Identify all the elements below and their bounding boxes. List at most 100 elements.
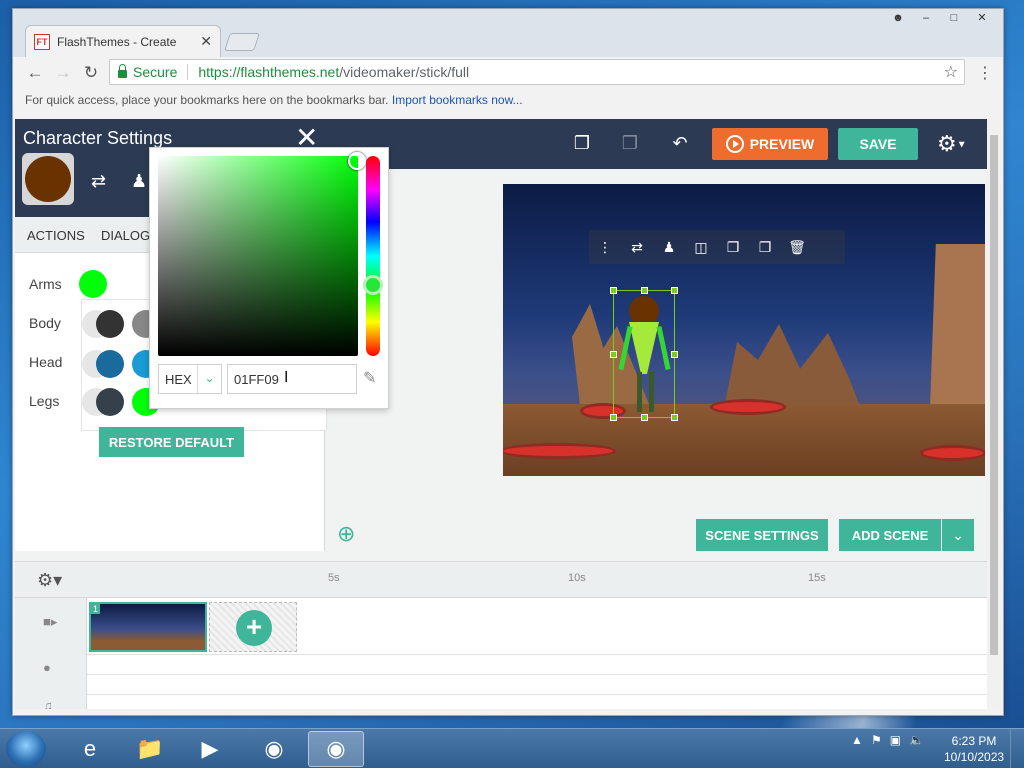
zoom-in-icon[interactable]: ⊕ — [337, 521, 355, 547]
swap-character-icon[interactable]: ⇄ — [621, 239, 653, 256]
close-window-icon[interactable]: ✕ — [969, 11, 995, 27]
url-host: https://flashthemes.net — [198, 64, 340, 80]
restore-default-button[interactable]: RESTORE DEFAULT — [99, 427, 244, 457]
bookmarks-bar: For quick access, place your bookmarks h… — [13, 93, 1003, 115]
chrome-icon[interactable]: ◉ — [246, 731, 302, 767]
start-button[interactable] — [6, 731, 46, 767]
undo-icon[interactable]: ↶ — [669, 133, 691, 155]
page-scrollbar[interactable] — [987, 119, 1001, 709]
settings-gear-icon[interactable]: ⚙▼ — [937, 131, 967, 157]
tray-arrow-icon[interactable]: ▲ — [851, 733, 863, 747]
address-bar[interactable]: Secure https://flashthemes.net /videomak… — [109, 59, 965, 85]
hue-handle[interactable] — [363, 275, 383, 295]
bookmark-star-icon[interactable]: ☆ — [944, 62, 958, 82]
saturation-value-area[interactable] — [158, 152, 366, 356]
paste-icon[interactable]: ❐ — [619, 133, 641, 155]
color-mode-select[interactable]: HEX ⌄ — [158, 364, 222, 394]
secure-label: Secure — [133, 64, 178, 80]
hue-slider[interactable] — [366, 156, 380, 356]
swatch-slate[interactable] — [96, 388, 124, 416]
title-bar: FT FlashThemes - Create ✕ ☻ – □ ✕ — [13, 9, 1003, 57]
preview-button[interactable]: PREVIEW — [712, 128, 828, 160]
chrome-active-window-icon[interactable]: ◉ — [308, 731, 364, 767]
character-avatar[interactable] — [22, 153, 74, 205]
add-scene-plus-icon[interactable]: + — [236, 610, 272, 646]
color-mode-label: HEX — [165, 371, 192, 387]
eyedropper-icon[interactable]: ✎ — [363, 368, 376, 388]
clock-date: 10/10/2023 — [944, 750, 1005, 764]
swap-character-icon[interactable]: ⇄ — [91, 171, 106, 192]
system-tray: ▲ ⚑ ▣ 🔈 — [851, 733, 924, 747]
taskbar: e 📁 ▶ ◉ ◉ ▲ ⚑ ▣ 🔈 6:23 PM 10/10/2023 — [0, 728, 1024, 768]
swatch-dark-gray[interactable] — [96, 310, 124, 338]
maximize-icon[interactable]: □ — [941, 11, 967, 27]
chevron-down-icon: ⌄ — [197, 365, 221, 393]
volume-icon[interactable]: 🔈 — [909, 733, 924, 747]
video-maker-app: ❐ ❐ ↶ PREVIEW SAVE ⚙▼ ⋮ ⇄ ♟ ◫ ❐ ❐ 🗑 ⊕ SC… — [15, 119, 987, 709]
scene-thumbnail[interactable]: 1 — [89, 602, 207, 652]
back-icon[interactable]: ← — [21, 63, 49, 83]
copy-icon[interactable]: ❐ — [571, 133, 593, 155]
paste-object-icon[interactable]: ❐ — [749, 239, 781, 256]
browser-tab[interactable]: FT FlashThemes - Create ✕ — [25, 25, 221, 57]
time-mark-15s: 15s — [808, 572, 826, 584]
user-icon[interactable]: ☻ — [885, 11, 911, 27]
part-label-legs: Legs — [29, 393, 60, 409]
timeline-gear-icon[interactable]: ⚙▾ — [37, 570, 62, 591]
flip-icon[interactable]: ◫ — [685, 239, 717, 256]
browser-window: FT FlashThemes - Create ✕ ☻ – □ ✕ ← → ↻ … — [12, 8, 1004, 716]
music-icon: ♫ — [43, 698, 53, 709]
flashthemes-favicon-icon: FT — [34, 33, 50, 50]
import-bookmarks-link[interactable]: Import bookmarks now... — [392, 93, 523, 107]
scene-number: 1 — [91, 604, 101, 614]
walk-action-icon[interactable]: ♟ — [653, 239, 685, 256]
timeline-track-labels: ■▸ ● ♫ — [15, 598, 87, 709]
file-explorer-icon[interactable]: 📁 — [122, 731, 178, 767]
panel-title: Character Settings — [23, 128, 173, 148]
delete-icon[interactable]: 🗑 — [781, 239, 813, 256]
minimize-icon[interactable]: – — [913, 11, 939, 27]
save-button[interactable]: SAVE — [838, 128, 918, 160]
clock[interactable]: 6:23 PM 10/10/2023 — [944, 733, 1004, 765]
reload-icon[interactable]: ↻ — [77, 63, 105, 83]
part-label-arms: Arms — [29, 276, 62, 292]
url-path: /videomaker/stick/full — [339, 64, 470, 80]
network-icon[interactable]: ▣ — [890, 733, 901, 747]
action-center-icon[interactable]: ⚑ — [871, 733, 882, 747]
window-controls: ☻ – □ ✕ — [885, 11, 995, 27]
color-handle[interactable] — [348, 152, 366, 170]
new-tab-button[interactable] — [224, 33, 260, 51]
browser-toolbar: ← → ↻ Secure https://flashthemes.net /vi… — [13, 57, 1003, 89]
clock-time: 6:23 PM — [951, 734, 997, 748]
internet-explorer-icon[interactable]: e — [62, 731, 118, 767]
play-icon — [725, 135, 744, 153]
preview-label: PREVIEW — [749, 136, 815, 152]
tab-actions[interactable]: ACTIONS — [27, 228, 85, 243]
bookmarks-hint: For quick access, place your bookmarks h… — [25, 93, 389, 107]
show-desktop-button[interactable] — [1010, 729, 1024, 768]
copy-object-icon[interactable]: ❐ — [717, 239, 749, 256]
lock-icon — [118, 63, 127, 78]
forward-icon[interactable]: → — [49, 63, 77, 83]
arms-color-swatch[interactable] — [79, 270, 107, 298]
time-mark-5s: 5s — [328, 572, 340, 584]
browser-menu-icon[interactable]: ⋮ — [977, 63, 993, 83]
add-scene-dropdown-icon[interactable]: ⌄ — [942, 519, 974, 551]
add-scene-slot[interactable]: + — [209, 602, 297, 652]
character-settings-panel: Character Settings ✕ ⇄ ♟ ACTIONS DIALOG … — [15, 119, 389, 551]
stage-canvas[interactable]: ⋮ ⇄ ♟ ◫ ❐ ❐ 🗑 — [503, 184, 985, 476]
character-selection-box[interactable] — [610, 287, 678, 421]
video-camera-icon: ■▸ — [43, 614, 58, 629]
close-tab-icon[interactable]: ✕ — [200, 33, 212, 50]
tab-dialog[interactable]: DIALOG — [101, 228, 150, 243]
add-scene-button[interactable]: ADD SCENE — [839, 519, 941, 551]
drag-handle-icon[interactable]: ⋮ — [589, 239, 621, 256]
microphone-icon: ● — [43, 660, 51, 675]
color-picker: HEX ⌄ I ✎ — [149, 147, 389, 409]
walk-icon[interactable]: ♟ — [131, 171, 147, 192]
media-player-icon[interactable]: ▶ — [182, 731, 238, 767]
scene-settings-button[interactable]: SCENE SETTINGS — [696, 519, 828, 551]
timeline-ruler: ⚙▾ 5s 10s 15s — [15, 562, 987, 598]
swatch-blue[interactable] — [96, 350, 124, 378]
hex-input[interactable] — [227, 364, 357, 394]
